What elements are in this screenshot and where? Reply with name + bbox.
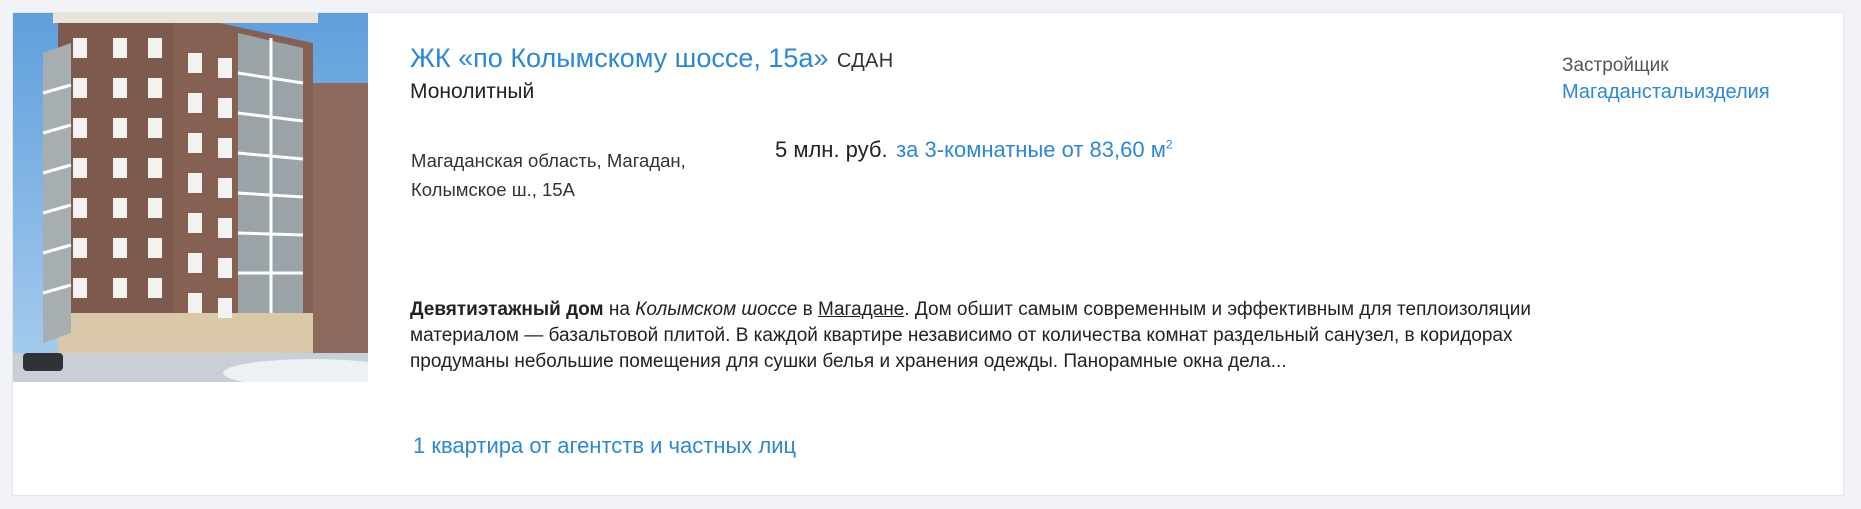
address: Магаданская область, Магадан, Колымское …: [411, 146, 731, 204]
description-text-1: на: [603, 299, 636, 320]
complex-title-link[interactable]: ЖК «по Колымскому шоссе, 15а»: [410, 43, 828, 73]
address-line-2: Колымское ш., 15А: [411, 179, 575, 200]
address-line-1: Магаданская область, Магадан,: [411, 150, 686, 171]
city-link[interactable]: Магадане: [818, 299, 904, 320]
complex-card: ЖК «по Колымскому шоссе, 15а» СДАН Монол…: [12, 12, 1844, 496]
title-row: ЖК «по Колымскому шоссе, 15а» СДАН: [410, 43, 893, 74]
developer-label: Застройщик: [1562, 55, 1669, 76]
price-row: 5 млн. руб. за 3-комнатные от 83,60 м2: [775, 137, 1173, 163]
description-text-2: в: [797, 299, 818, 320]
building-type: Монолитный: [410, 80, 535, 103]
description-place: Колымском шоссе: [635, 299, 798, 320]
building-illustration: [13, 13, 368, 382]
offers-link[interactable]: 1 квартира от агентств и частных лиц: [413, 433, 796, 459]
status-badge: СДАН: [836, 50, 894, 72]
price-offer-text: за 3-комнатные от 83,60 м: [896, 137, 1166, 162]
description: Девятиэтажный дом на Колымском шоссе в М…: [410, 297, 1610, 375]
building-photo[interactable]: [13, 13, 368, 382]
area-unit-superscript: 2: [1165, 137, 1173, 152]
description-lead: Девятиэтажный дом: [410, 299, 604, 320]
price-offer-link[interactable]: за 3-комнатные от 83,60 м2: [896, 137, 1172, 162]
developer-link[interactable]: Магаданстальизделия: [1562, 81, 1770, 104]
price-amount: 5 млн. руб.: [775, 137, 888, 162]
